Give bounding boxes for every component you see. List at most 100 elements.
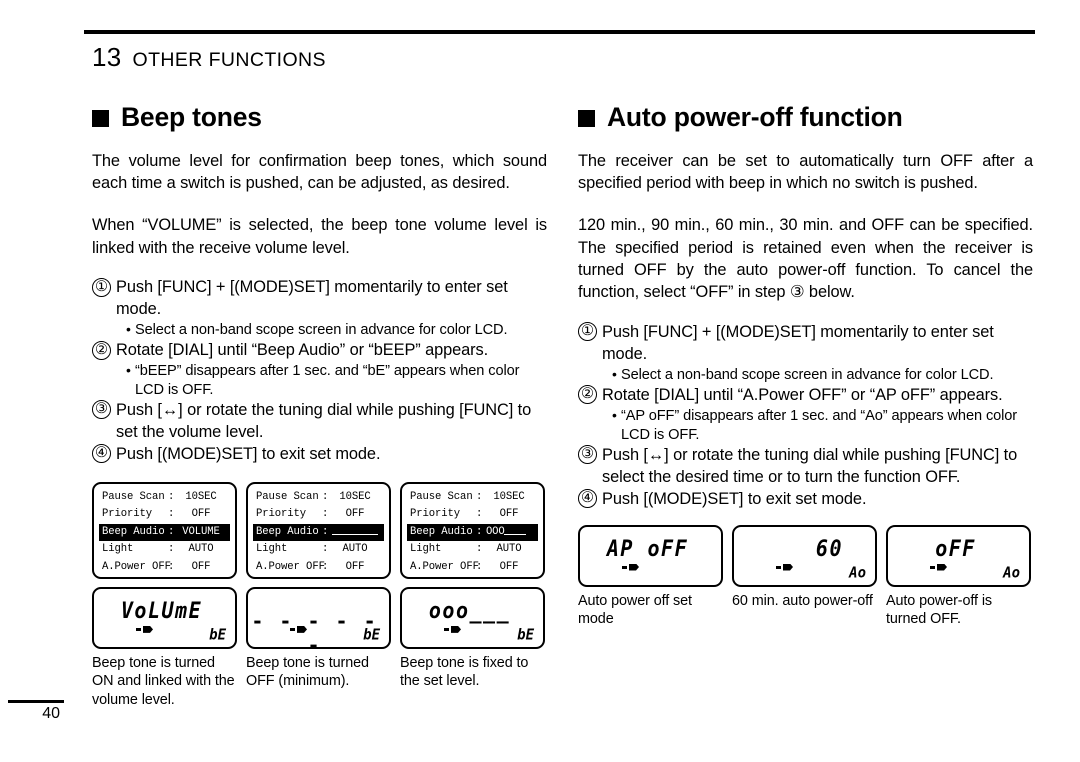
- left-step-2-notes: “bEEP” disappears after 1 sec. and “bE” …: [116, 361, 547, 400]
- step-text-4: Push [(MODE)SET] to exit set mode.: [116, 444, 381, 463]
- step-text-2: Rotate [DIAL] until “Beep Audio” or “bEE…: [116, 341, 489, 359]
- segment-main-text: ooo___: [428, 596, 511, 624]
- menu-row-selected: Beep Audio : OOO: [407, 523, 538, 542]
- menu-row-colon: :: [168, 525, 175, 538]
- tuning-arrow-icon: [930, 563, 947, 571]
- menu-row: Priority : OFF: [407, 506, 538, 524]
- left-segment-caption-1: Beep tone is turned ON and linked with t…: [92, 654, 235, 708]
- menu-row-value: OFF: [345, 560, 365, 573]
- menu-row-colon: :: [476, 490, 483, 503]
- menu-row-label: Light: [102, 543, 134, 556]
- menu-row-colon: :: [476, 560, 483, 573]
- left-section-header: Beep tones: [92, 102, 547, 132]
- menu-row: Light : AUTO: [99, 541, 230, 559]
- right-step-2-note-1: “AP oFF” disappears after 1 sec. and “Ao…: [612, 406, 1033, 445]
- page-footer: 40: [8, 700, 64, 723]
- step-number-1: ①: [92, 277, 111, 297]
- segment-sub-text: bE: [209, 626, 226, 644]
- left-section-title: Beep tones: [121, 102, 262, 132]
- tuning-arrow-icon: [622, 563, 639, 571]
- step-number-4: ④: [92, 444, 111, 464]
- page-number: 40: [42, 704, 60, 722]
- left-menu-screen-2: Pause Scan : 10SEC Priority : OFF Beep A…: [246, 481, 391, 579]
- menu-row-value: OFF: [191, 560, 211, 573]
- menu-row-label: Pause Scan: [256, 490, 319, 503]
- menu-row-colon: :: [322, 560, 329, 573]
- menu-row-value: 10SEC: [339, 490, 371, 503]
- menu-row-level-bar: [331, 524, 381, 542]
- segment-main-text: AP oFF: [606, 534, 689, 561]
- right-step-list: ① Push [FUNC] + [(MODE)SET] momentarily …: [578, 322, 1033, 511]
- left-segment-caption-3: Beep tone is fixed to the set level.: [400, 654, 529, 690]
- menu-row-colon: :: [168, 490, 175, 503]
- square-bullet-icon: [92, 110, 109, 128]
- menu-row-label: A.Power OFF: [410, 560, 479, 573]
- tuning-arrow-icon: [444, 625, 461, 633]
- menu-row-label: A.Power OFF: [102, 560, 171, 573]
- right-section-title: Auto power-off function: [607, 102, 903, 132]
- menu-row-value: OFF: [191, 508, 211, 521]
- step-text-3: Push [↔] or rotate the tuning dial while…: [602, 445, 1018, 486]
- left-step-1-notes: Select a non-band scope screen in advanc…: [116, 320, 547, 340]
- step-text-3: Push [↔] or rotate the tuning dial while…: [116, 400, 532, 441]
- right-segment-caption-2: 60 min. auto power-off: [732, 592, 873, 609]
- step-text-2: Rotate [DIAL] until “A.Power OFF” or “AP…: [602, 385, 1003, 404]
- left-step-2-note-1: “bEEP” disappears after 1 sec. and “bE” …: [126, 361, 547, 400]
- menu-row-value: OFF: [499, 560, 519, 573]
- menu-row-label: Priority: [102, 508, 153, 521]
- menu-row-colon: :: [476, 508, 483, 521]
- menu-row: A.Power OFF : OFF: [407, 559, 538, 577]
- right-segment-caption-1: Auto power off set mode: [578, 592, 692, 627]
- left-step-1-note-1: Select a non-band scope screen in advanc…: [126, 320, 547, 340]
- right-segment-screen-3: oFF Ao: [886, 524, 1031, 587]
- level-bar-filled-value: OOO: [486, 525, 505, 538]
- right-column: Auto power-off function The receiver can…: [578, 102, 1033, 629]
- segment-main-text: VoLUmE: [120, 596, 203, 624]
- menu-row-value: VOLUME: [182, 525, 220, 538]
- menu-row-label: Light: [410, 543, 442, 556]
- menu-row-label: Pause Scan: [410, 490, 473, 503]
- menu-row-value: 10SEC: [493, 490, 525, 503]
- left-segment-screen-2-cell: - - - - - - bE Beep tone is turned OFF (…: [246, 586, 393, 709]
- left-step-2: ② Rotate [DIAL] until “Beep Audio” or “b…: [92, 340, 547, 400]
- step-text-4: Push [(MODE)SET] to exit set mode.: [602, 489, 867, 508]
- step-text-1: Push [FUNC] + [(MODE)SET] momentarily to…: [116, 278, 508, 319]
- menu-row-colon: :: [322, 543, 329, 556]
- menu-row-label: Priority: [410, 508, 461, 521]
- step-number-4: ④: [578, 489, 597, 509]
- menu-row-colon: :: [476, 543, 483, 556]
- left-intro-paragraph-1: The volume level for confirmation beep t…: [92, 151, 547, 193]
- left-segment-screen-3: ooo___ bE: [400, 586, 545, 649]
- left-menu-screen-row: Pause Scan : 10SEC Priority : OFF Beep A…: [92, 481, 547, 579]
- left-intro-paragraph-2: When “VOLUME” is selected, the beep tone…: [92, 216, 547, 257]
- menu-row-colon: :: [168, 560, 175, 573]
- right-segment-screen-3-cell: oFF Ao Auto power-off is turned OFF.: [886, 524, 1033, 629]
- menu-row-selected: Beep Audio :: [253, 523, 384, 542]
- menu-row: A.Power OFF : OFF: [253, 559, 384, 577]
- right-step-1-note-1: Select a non-band scope screen in advanc…: [612, 365, 1033, 385]
- segment-sub-text: bE: [363, 626, 380, 644]
- step-number-1: ①: [578, 322, 597, 342]
- square-bullet-icon: [578, 110, 595, 128]
- menu-row: Light : AUTO: [253, 541, 384, 559]
- level-bar-remaining-icon: [504, 525, 527, 535]
- menu-row-colon: :: [168, 543, 175, 556]
- segment-sub-text: bE: [517, 626, 534, 644]
- left-segment-caption-2: Beep tone is turned OFF (minimum).: [246, 654, 369, 690]
- right-segment-screen-2: 60 Ao: [732, 524, 877, 587]
- menu-row-value: AUTO: [188, 543, 214, 556]
- left-menu-screen-1-cell: Pause Scan : 10SEC Priority : OFF Beep A…: [92, 481, 239, 579]
- left-segment-screen-row: VoLUmE bE Beep tone is turned ON and lin…: [92, 586, 547, 709]
- left-segment-screen-3-cell: ooo___ bE Beep tone is fixed to the set …: [400, 586, 547, 709]
- right-segment-screen-1: AP oFF: [578, 524, 723, 587]
- menu-row-colon: :: [322, 508, 329, 521]
- right-step-2: ② Rotate [DIAL] until “A.Power OFF” or “…: [578, 385, 1033, 445]
- menu-row: Pause Scan : 10SEC: [407, 489, 538, 507]
- tuning-arrow-icon: [136, 625, 153, 633]
- left-menu-screen-1: Pause Scan : 10SEC Priority : OFF Beep A…: [92, 481, 237, 579]
- chapter-number: 13: [92, 42, 122, 72]
- page-top-rule: [84, 30, 1035, 34]
- right-section-header: Auto power-off function: [578, 102, 1033, 132]
- segment-main-text: 60: [815, 534, 843, 561]
- tuning-arrow-icon: [776, 563, 793, 571]
